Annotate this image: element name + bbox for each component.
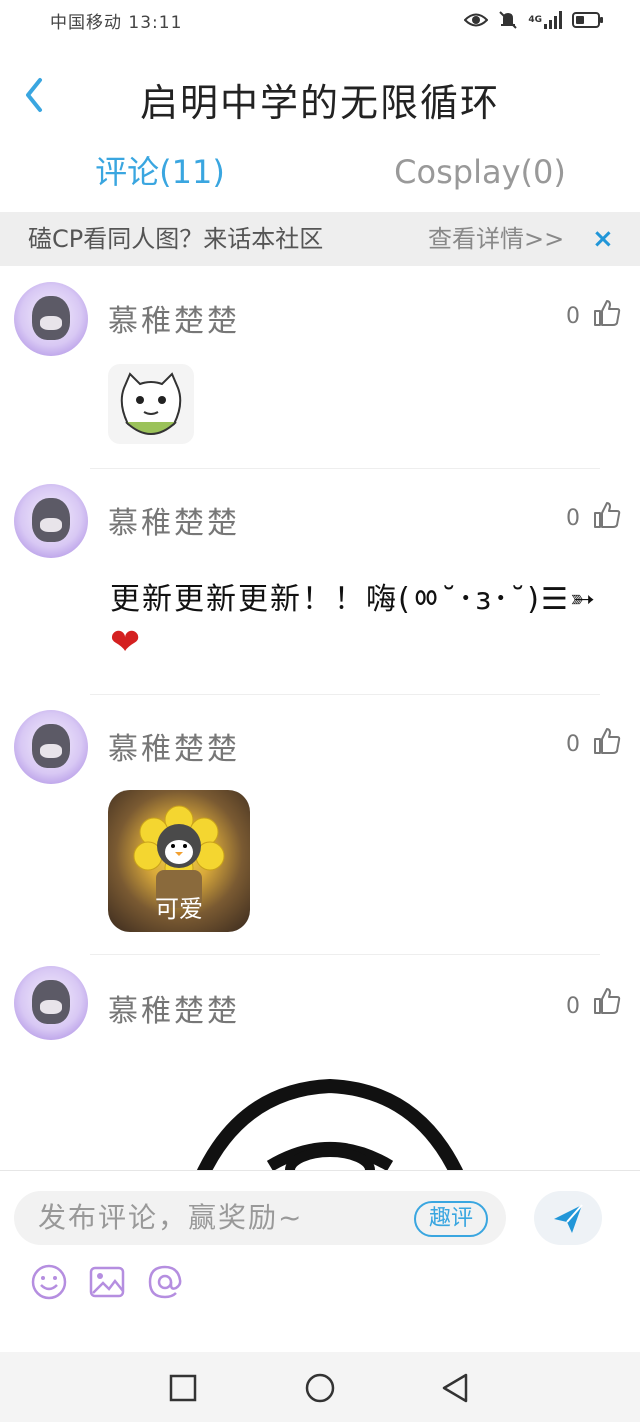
- cat-sticker[interactable]: [108, 364, 194, 444]
- thumbs-up-icon[interactable]: [592, 726, 622, 756]
- comment-input[interactable]: 发布评论，赢奖励~ 趣评: [14, 1191, 506, 1245]
- emoji-icon[interactable]: [30, 1263, 68, 1301]
- image-icon[interactable]: [88, 1263, 126, 1301]
- tab-cosplay[interactable]: Cosplay(0): [320, 140, 640, 204]
- input-placeholder: 发布评论，赢奖励~: [38, 1201, 304, 1234]
- header: 启明中学的无限循环: [0, 60, 640, 130]
- divider: [90, 694, 600, 695]
- thumbs-up-icon[interactable]: [592, 500, 622, 530]
- comment-item: 慕稚楚楚 0 可爱: [0, 698, 640, 956]
- penguin-sticker[interactable]: 可爱: [108, 790, 250, 932]
- signal-icon: [544, 11, 562, 29]
- system-nav-bar: [0, 1352, 640, 1422]
- close-icon[interactable]: ×: [592, 212, 614, 266]
- banner-text: 磕CP看同人图？来话本社区: [28, 225, 324, 253]
- avatar[interactable]: [14, 282, 88, 356]
- comment-item: 慕稚楚楚 0: [0, 270, 640, 470]
- send-button[interactable]: [534, 1191, 602, 1245]
- send-icon: [554, 1204, 583, 1233]
- quping-button[interactable]: 趣评: [414, 1201, 488, 1237]
- comment-text: 更新更新更新！！嗨(ㆀ˘･з･˘)☰➳: [110, 582, 597, 617]
- battery-level: [576, 16, 584, 24]
- comment-item: 慕稚楚楚 0 更新更新更新！！嗨(ㆀ˘･з･˘)☰➳ ❤: [0, 472, 640, 696]
- divider: [90, 468, 600, 469]
- username[interactable]: 慕稚楚楚: [108, 724, 240, 768]
- avatar[interactable]: [14, 710, 88, 784]
- sticker-caption: 可爱: [155, 895, 203, 923]
- thumbs-up-icon[interactable]: [592, 986, 622, 1016]
- status-icons: 4G: [464, 10, 603, 30]
- like-count: 0: [566, 304, 580, 329]
- avatar[interactable]: [14, 484, 88, 558]
- recent-apps-icon[interactable]: [163, 1368, 203, 1408]
- mention-icon[interactable]: [146, 1263, 184, 1301]
- thumbs-up-icon[interactable]: [592, 298, 622, 328]
- username[interactable]: 慕稚楚楚: [108, 296, 240, 340]
- tab-comments[interactable]: 评论(11): [0, 140, 320, 204]
- like-count: 0: [566, 732, 580, 757]
- like-count: 0: [566, 506, 580, 531]
- large-sticker[interactable]: [120, 1050, 590, 1180]
- eye-icon: [464, 13, 489, 27]
- username[interactable]: 慕稚楚楚: [108, 498, 240, 542]
- tab-bar: 评论(11) Cosplay(0): [0, 140, 640, 204]
- heart-emoji: ❤: [110, 622, 141, 663]
- page-title: 启明中学的无限循环: [139, 83, 500, 125]
- back-icon[interactable]: [436, 1368, 476, 1408]
- mute-icon: [499, 11, 518, 29]
- divider: [90, 954, 600, 955]
- carrier-time: 中国移动 13:11: [50, 13, 183, 33]
- avatar[interactable]: [14, 966, 88, 1040]
- home-icon[interactable]: [300, 1368, 340, 1408]
- comment-input-bar: 发布评论，赢奖励~ 趣评: [0, 1170, 640, 1351]
- like-count: 0: [566, 994, 580, 1019]
- status-bar: 中国移动 13:11 4G: [0, 0, 640, 44]
- battery-icon: [572, 12, 603, 28]
- banner-link[interactable]: 查看详情>>: [428, 212, 564, 266]
- comment-item: 慕稚楚楚 0: [0, 958, 640, 1048]
- promo-banner: 磕CP看同人图？来话本社区 查看详情>> ×: [0, 212, 640, 266]
- network-label: 4G: [528, 14, 542, 25]
- username[interactable]: 慕稚楚楚: [108, 986, 240, 1030]
